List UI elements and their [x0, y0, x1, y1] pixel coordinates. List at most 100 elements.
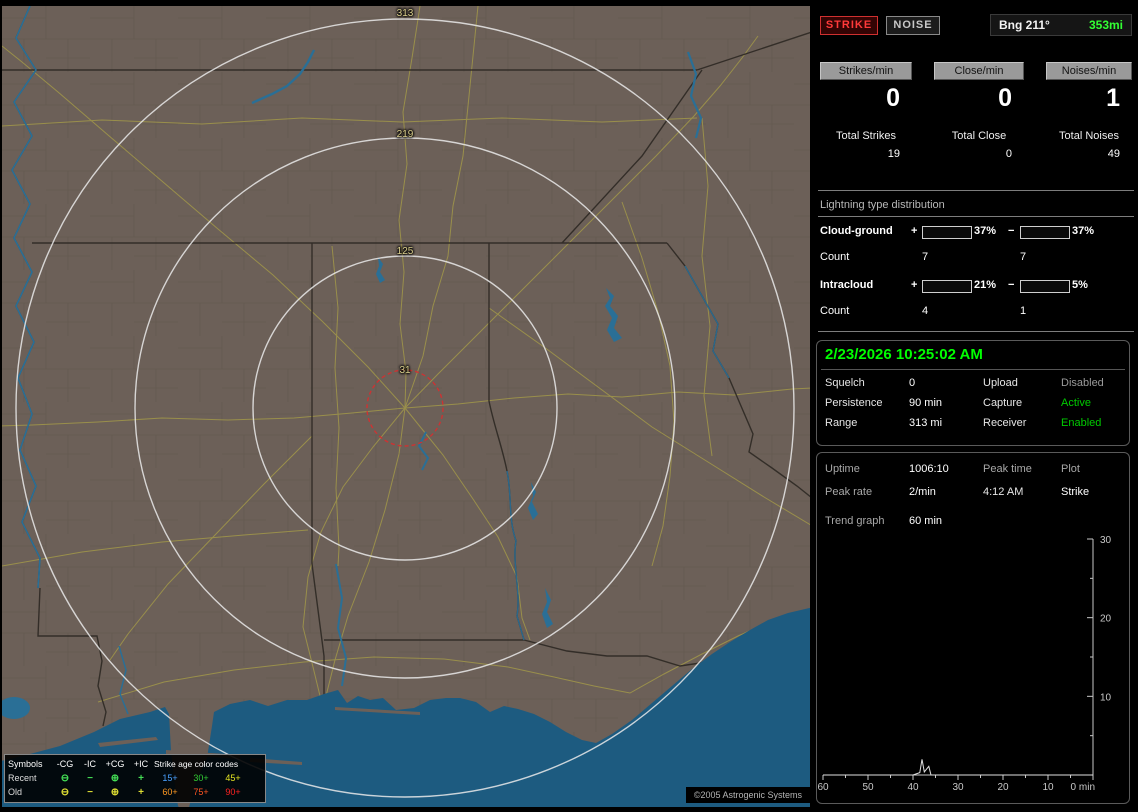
legend-row-old-label: Old	[8, 787, 23, 797]
squelch-value: 0	[909, 377, 916, 389]
pos-ic-old-icon: +	[138, 786, 144, 798]
persistence-label: Persistence	[825, 397, 883, 409]
age-code-90: 90+	[225, 787, 241, 797]
strike-mode-button[interactable]: STRIKE	[820, 16, 878, 35]
age-code-15: 15+	[162, 773, 178, 783]
upload-label: Upload	[983, 377, 1018, 389]
map-canvas	[2, 6, 810, 807]
receiver-label: Receiver	[983, 417, 1027, 429]
bearing-readout: Bng 211° 353mi	[990, 14, 1132, 36]
cg-positive-bar	[922, 226, 972, 239]
neg-cg-old-icon: ⊖	[60, 786, 70, 798]
capture-label: Capture	[983, 397, 1023, 409]
status-panel: STRIKE NOISE Bng 211° 353mi Strikes/min …	[814, 0, 1138, 812]
age-code-75: 75+	[193, 787, 209, 797]
close-per-min-button[interactable]: Close/min	[934, 62, 1024, 80]
x-tick-label: 50	[862, 782, 874, 793]
ic-positive-bar	[922, 280, 972, 293]
noises-per-min-button[interactable]: Noises/min	[1046, 62, 1132, 80]
separator	[818, 190, 1134, 191]
ring-label-313: 313	[396, 8, 414, 19]
neg-cg-recent-icon: ⊖	[60, 772, 70, 784]
legend-col-pos-ic: +IC	[133, 759, 149, 769]
copyright-notice: ©2005 Astrogenic Systems	[685, 787, 810, 803]
distribution-title: Lightning type distribution	[820, 199, 945, 211]
bearing-value: Bng 211°	[999, 18, 1050, 32]
trend-line	[823, 759, 1093, 776]
x-tick-label: 10	[1042, 782, 1054, 793]
legend-row-recent-label: Recent	[8, 773, 37, 783]
divider	[821, 369, 1125, 370]
noises-column: Noises/min 1 Total Noises 49	[1046, 62, 1132, 160]
trend-box: Uptime 1006:10 Peak time Plot Peak rate …	[816, 452, 1130, 804]
cg-negative-bar	[1020, 226, 1070, 239]
close-column: Close/min 0 Total Close 0	[934, 62, 1024, 160]
bearing-range-value: 353mi	[1088, 18, 1123, 32]
y-tick-label: 30	[1100, 535, 1112, 546]
ring-label-219: 219	[396, 129, 414, 140]
x-tick-label: 40	[907, 782, 919, 793]
lightning-map: 313 219 125 31 Symbols -CG -IC +CG +IC S…	[2, 6, 810, 807]
separator	[818, 216, 1134, 217]
cloud-ground-row: Cloud-ground + 37% − 37%	[814, 225, 1138, 239]
ic-negative-count: 1	[1020, 305, 1027, 317]
strike-legend: Symbols -CG -IC +CG +IC Strike age color…	[4, 754, 266, 803]
range-label: Range	[825, 417, 858, 429]
noises-per-min-value: 1	[1106, 84, 1120, 112]
intracloud-row: Intracloud + 21% − 5%	[814, 279, 1138, 293]
close-per-min-value: 0	[998, 84, 1012, 112]
total-strikes-label: Total Strikes	[836, 130, 896, 142]
cg-positive-pct: 37%	[974, 225, 997, 237]
total-noises-label: Total Noises	[1059, 130, 1119, 142]
current-datetime: 2/23/2026 10:25:02 AM	[825, 346, 983, 363]
squelch-label: Squelch	[825, 377, 865, 389]
legend-col-pos-cg: +CG	[105, 759, 125, 769]
trend-axes	[823, 539, 1094, 776]
legend-age-header: Strike age color codes	[154, 759, 239, 769]
total-close-value: 0	[1005, 148, 1012, 160]
upload-value: Disabled	[1061, 377, 1104, 389]
cg-positive-count: 7	[922, 251, 929, 263]
cg-negative-pct: 37%	[1072, 225, 1095, 237]
total-strikes-value: 19	[887, 148, 900, 160]
noise-mode-button[interactable]: NOISE	[886, 16, 940, 35]
strikes-per-min-value: 0	[886, 84, 900, 112]
intracloud-label: Intracloud	[820, 279, 874, 291]
plus-sign: +	[911, 279, 918, 291]
x-tick-label: 30	[952, 782, 964, 793]
ring-label-31: 31	[399, 365, 411, 376]
total-close-label: Total Close	[951, 130, 1007, 142]
legend-col-neg-cg: -CG	[56, 759, 74, 769]
pos-cg-recent-icon: ⊕	[110, 772, 120, 784]
minus-sign: −	[1008, 225, 1015, 237]
count-label: Count	[820, 305, 850, 317]
total-noises-value: 49	[1107, 148, 1120, 160]
x-tick-label: 60	[817, 782, 829, 793]
plus-sign: +	[911, 225, 918, 237]
pos-cg-old-icon: ⊕	[110, 786, 120, 798]
age-code-60: 60+	[162, 787, 178, 797]
count-label: Count	[820, 251, 850, 263]
ic-positive-pct: 21%	[974, 279, 997, 291]
legend-col-neg-ic: -IC	[84, 759, 96, 769]
cloud-ground-count-row: Count 7 7	[814, 251, 1138, 265]
age-code-45: 45+	[225, 773, 241, 783]
receiver-value: Enabled	[1061, 417, 1102, 429]
minus-sign: −	[1008, 279, 1015, 291]
capture-value: Active	[1061, 397, 1091, 409]
legend-symbols-header: Symbols	[8, 759, 43, 769]
status-row-range: Range 313 mi Receiver Enabled	[817, 417, 1129, 433]
age-code-30: 30+	[193, 773, 209, 783]
status-row-persistence: Persistence 90 min Capture Active	[817, 397, 1129, 413]
cg-negative-count: 7	[1020, 251, 1027, 263]
range-value: 313 mi	[909, 417, 943, 429]
persistence-value: 90 min	[909, 397, 943, 409]
pos-ic-recent-icon: +	[138, 772, 144, 784]
neg-ic-recent-icon: −	[87, 772, 93, 784]
y-tick-label: 20	[1100, 614, 1112, 625]
y-tick-label: 10	[1100, 692, 1112, 703]
ring-label-125: 125	[396, 246, 414, 257]
ic-negative-bar	[1020, 280, 1070, 293]
neg-ic-old-icon: −	[87, 786, 93, 798]
strikes-per-min-button[interactable]: Strikes/min	[820, 62, 912, 80]
